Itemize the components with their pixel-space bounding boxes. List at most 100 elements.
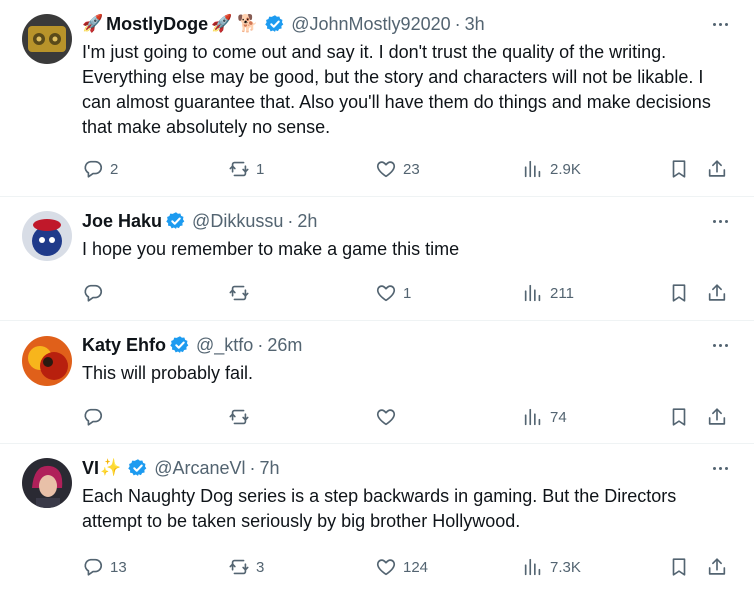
tweet[interactable]: 🚀 MostlyDoge 🚀 🐕 @JohnMostly92020 · 3h I…: [0, 0, 754, 197]
reply-icon: [82, 158, 104, 180]
verified-badge-icon: [265, 14, 285, 34]
separator: ·: [249, 457, 256, 478]
separator: ·: [287, 210, 294, 231]
timestamp[interactable]: 7h: [260, 458, 280, 479]
reply-icon: [82, 282, 104, 304]
rocket-emoji: 🚀: [82, 14, 104, 33]
views-button[interactable]: 7.3K: [522, 555, 581, 579]
reply-button[interactable]: [82, 405, 110, 429]
share-icon: [706, 406, 728, 428]
timestamp[interactable]: 26m: [267, 335, 302, 356]
share-button[interactable]: [706, 555, 728, 579]
view-count: 2.9K: [550, 160, 581, 178]
retweet-icon: [228, 556, 250, 578]
separator: ·: [257, 334, 264, 355]
separator: ·: [454, 13, 461, 34]
retweet-button[interactable]: [228, 405, 256, 429]
bookmark-button[interactable]: [668, 281, 690, 305]
tweet-header: Joe Haku @Dikkussu · 2h: [82, 209, 317, 233]
avatar[interactable]: [22, 211, 72, 261]
like-button[interactable]: 23: [375, 157, 420, 181]
more-icon[interactable]: [708, 211, 732, 231]
views-icon: [522, 282, 544, 304]
retweet-count: 1: [256, 160, 265, 178]
view-count: 7.3K: [550, 558, 581, 576]
reply-icon: [82, 406, 104, 428]
retweet-icon: [228, 282, 250, 304]
action-bar: 2 1 23 2.9K: [82, 157, 742, 181]
retweet-button[interactable]: [228, 281, 256, 305]
handle[interactable]: @ArcaneVl: [154, 458, 245, 479]
tweet-header: Katy Ehfo @_ktfo · 26m: [82, 333, 302, 357]
display-name[interactable]: VI: [82, 458, 99, 479]
retweet-icon: [228, 406, 250, 428]
verified-badge-icon: [170, 335, 190, 355]
views-button[interactable]: 211: [522, 281, 574, 305]
reply-button[interactable]: 13: [82, 555, 127, 579]
tweet-text: I'm just going to come out and say it. I…: [82, 42, 711, 137]
more-icon[interactable]: [708, 335, 732, 355]
name-emojis: 🚀 🐕: [211, 14, 259, 33]
avatar[interactable]: [22, 336, 72, 386]
action-bar: 74: [82, 405, 742, 429]
bookmark-icon: [668, 282, 690, 304]
bookmark-button[interactable]: [668, 405, 690, 429]
tweet-text: I hope you remember to make a game this …: [82, 239, 460, 259]
retweet-button[interactable]: 3: [228, 555, 264, 579]
share-icon: [706, 158, 728, 180]
action-bar: 1 211: [82, 281, 742, 305]
handle[interactable]: @Dikkussu: [192, 211, 283, 232]
avatar[interactable]: [22, 14, 72, 64]
timestamp[interactable]: 2h: [297, 211, 317, 232]
reply-button[interactable]: 2: [82, 157, 118, 181]
view-count: 211: [550, 284, 574, 302]
reply-icon: [82, 556, 104, 578]
tweet-header: 🚀 MostlyDoge 🚀 🐕 @JohnMostly92020 · 3h: [82, 12, 485, 36]
heart-icon: [375, 406, 397, 428]
bookmark-button[interactable]: [668, 555, 690, 579]
display-name[interactable]: MostlyDoge: [106, 14, 208, 35]
bookmark-icon: [668, 406, 690, 428]
views-icon: [522, 406, 544, 428]
views-icon: [522, 556, 544, 578]
bookmark-icon: [668, 556, 690, 578]
like-count: 23: [403, 160, 420, 178]
verified-badge-icon: [128, 458, 148, 478]
view-count: 74: [550, 408, 567, 426]
handle[interactable]: @JohnMostly92020: [291, 14, 450, 35]
heart-icon: [375, 282, 397, 304]
display-name[interactable]: Katy Ehfo: [82, 335, 166, 356]
retweet-button[interactable]: 1: [228, 157, 264, 181]
action-bar: 13 3 124 7.3K: [82, 555, 742, 579]
like-count: 1: [403, 284, 412, 302]
reply-count: 2: [110, 160, 119, 178]
avatar[interactable]: [22, 458, 72, 508]
share-button[interactable]: [706, 405, 728, 429]
heart-icon: [375, 158, 397, 180]
views-button[interactable]: 2.9K: [522, 157, 581, 181]
display-name[interactable]: Joe Haku: [82, 211, 162, 232]
tweet-text: Each Naughty Dog series is a step backwa…: [82, 486, 677, 531]
handle[interactable]: @_ktfo: [196, 335, 253, 356]
tweet[interactable]: Joe Haku @Dikkussu · 2h I hope you remem…: [0, 197, 754, 321]
views-button[interactable]: 74: [522, 405, 567, 429]
heart-icon: [375, 556, 397, 578]
like-count: 124: [403, 558, 429, 576]
tweet[interactable]: Katy Ehfo @_ktfo · 26m This will probabl…: [0, 321, 754, 444]
share-button[interactable]: [706, 281, 728, 305]
like-button[interactable]: [375, 405, 403, 429]
tweet[interactable]: VI ✨ @ArcaneVl · 7h Each Naughty Dog ser…: [0, 444, 754, 597]
tweet-text: This will probably fail.: [82, 363, 254, 383]
timestamp[interactable]: 3h: [465, 14, 485, 35]
like-button[interactable]: 124: [375, 555, 428, 579]
retweet-icon: [228, 158, 250, 180]
share-button[interactable]: [706, 157, 728, 181]
retweet-count: 3: [256, 558, 265, 576]
like-button[interactable]: 1: [375, 281, 411, 305]
reply-button[interactable]: [82, 281, 110, 305]
bookmark-button[interactable]: [668, 157, 690, 181]
reply-feed: 🚀 MostlyDoge 🚀 🐕 @JohnMostly92020 · 3h I…: [0, 0, 754, 597]
more-icon[interactable]: [708, 14, 732, 34]
more-icon[interactable]: [708, 458, 732, 478]
tweet-header: VI ✨ @ArcaneVl · 7h: [82, 456, 280, 480]
